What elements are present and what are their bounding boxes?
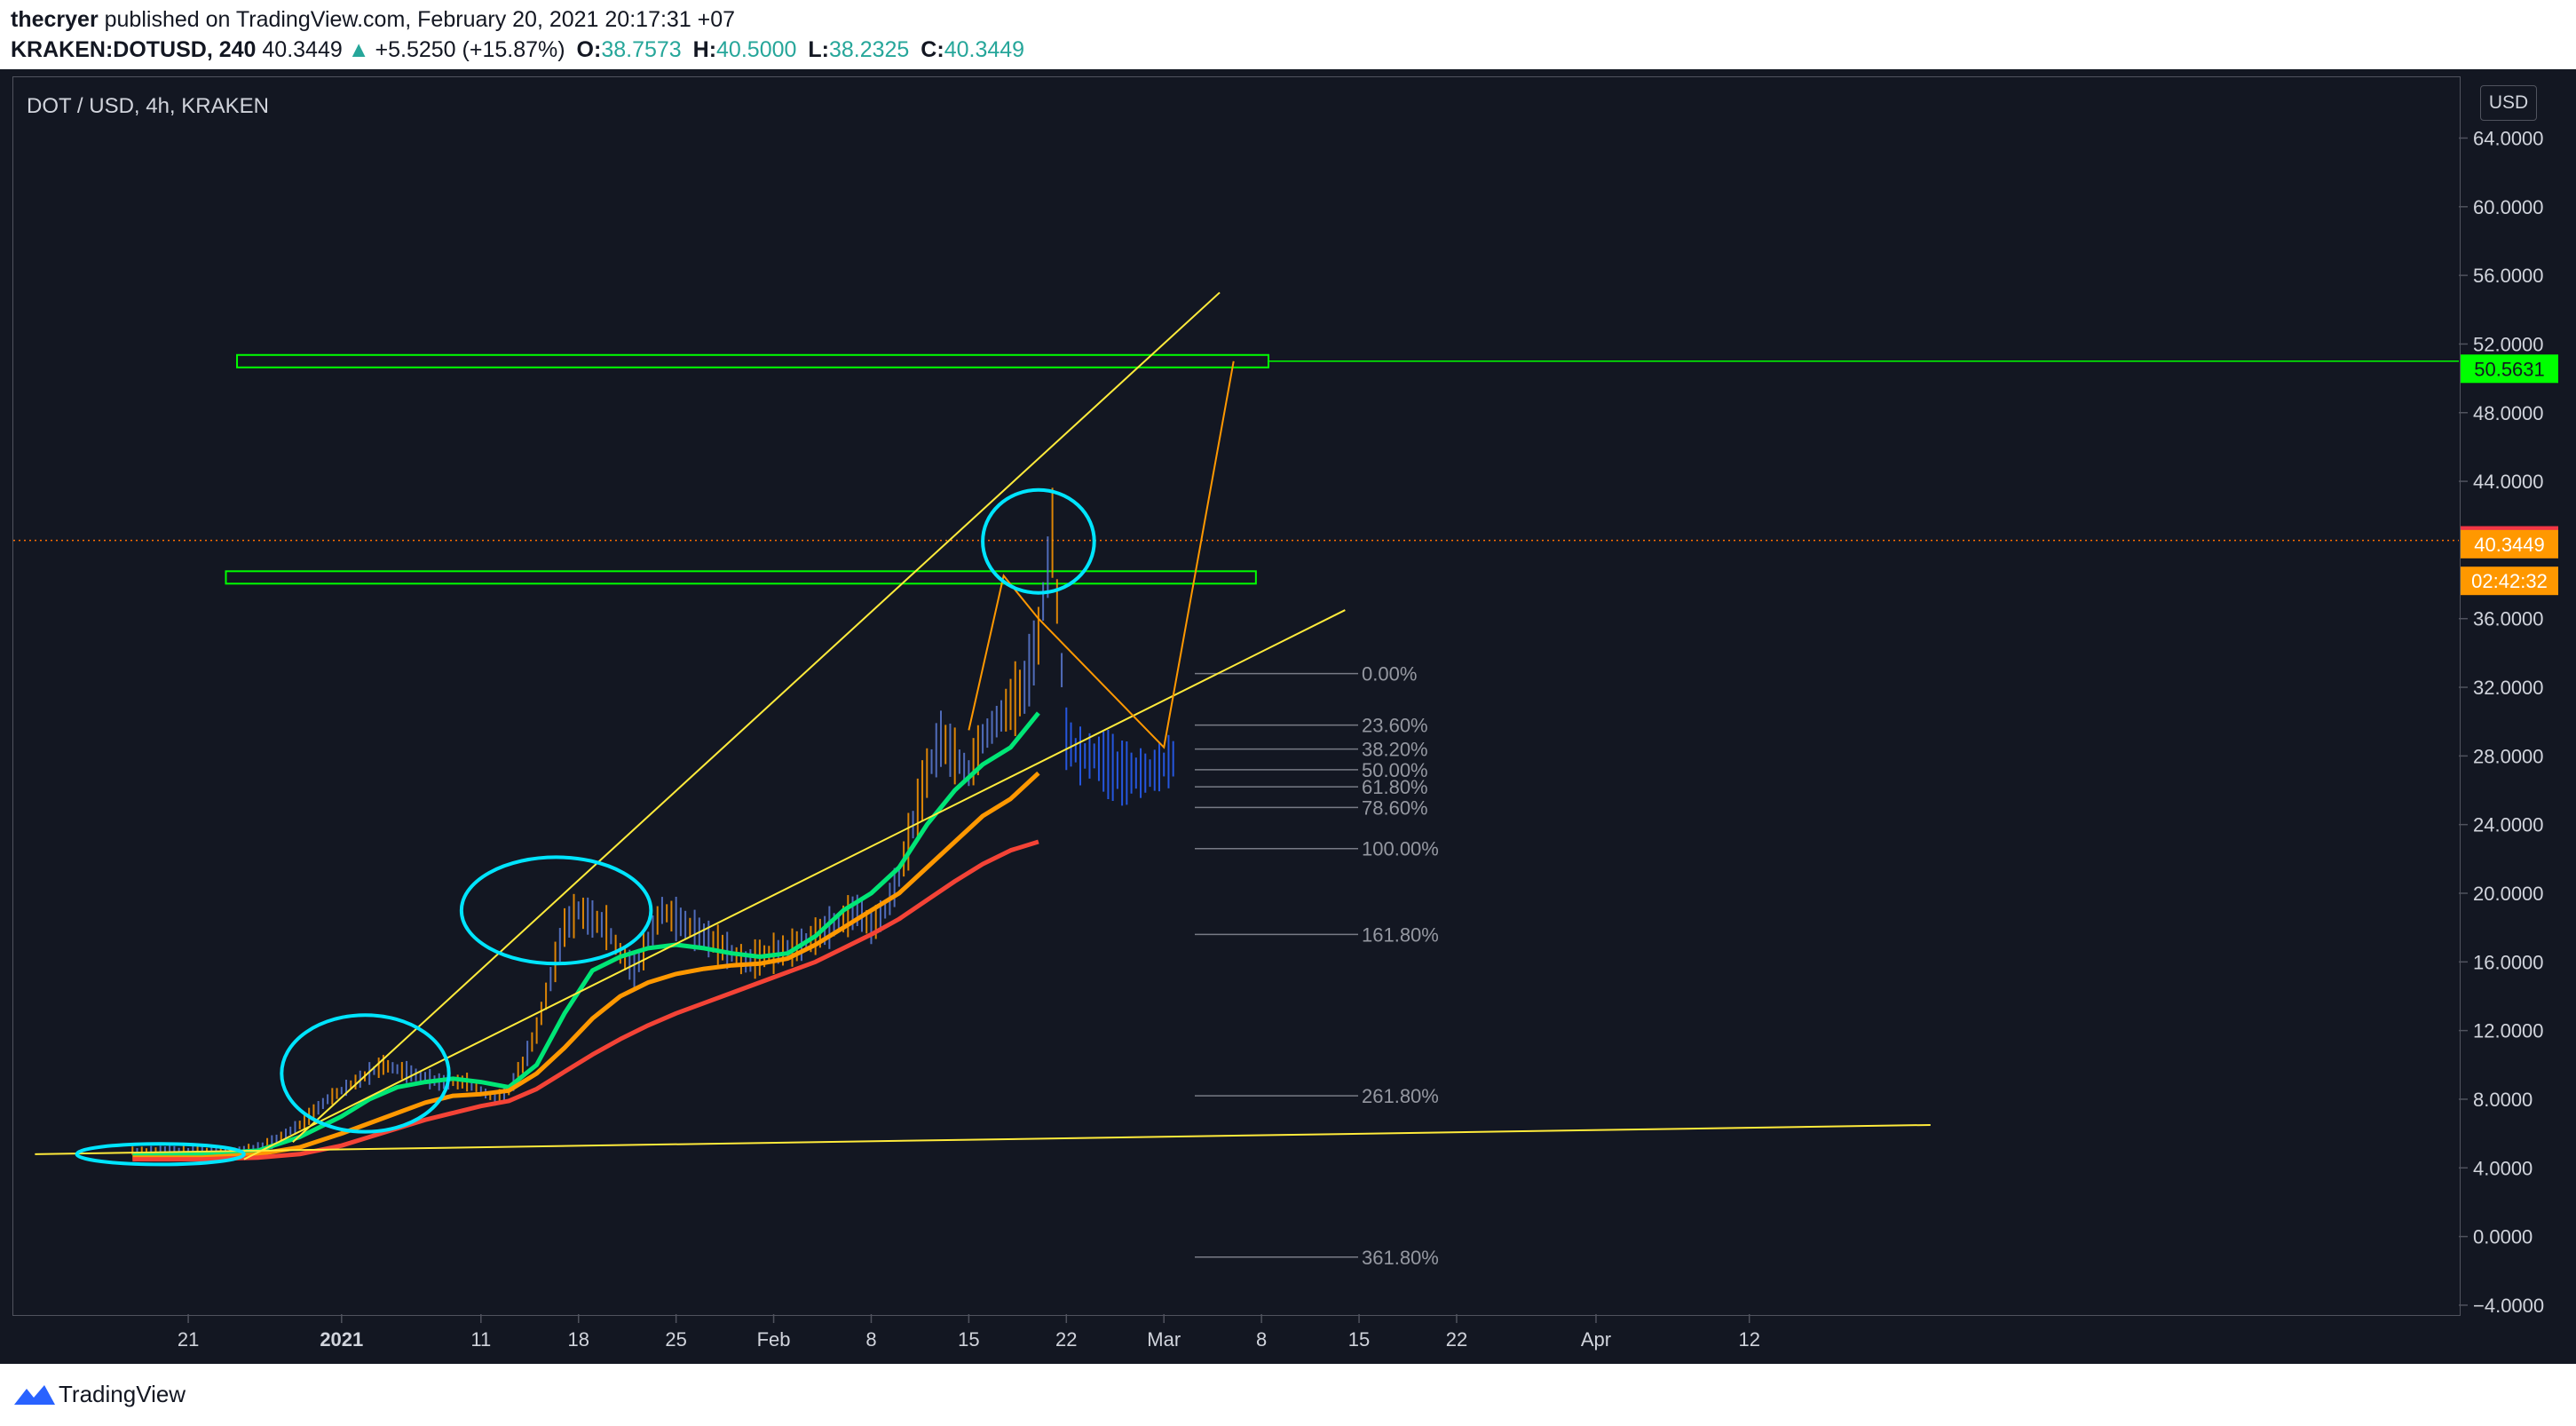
y-tick-label: 48.0000 bbox=[2473, 402, 2544, 424]
fib-level-label: 23.60% bbox=[1362, 715, 1428, 737]
fib-level-label: 0.00% bbox=[1362, 663, 1417, 685]
y-tick-label: 56.0000 bbox=[2473, 265, 2544, 287]
price-chart[interactable]: 0.00%23.60%38.20%50.00%61.80%78.60%100.0… bbox=[0, 0, 2576, 1426]
price-tag-label: 02:42:32 bbox=[2471, 570, 2548, 592]
y-tick-label: 4.0000 bbox=[2473, 1157, 2533, 1179]
x-tick-label: 18 bbox=[567, 1328, 589, 1351]
y-tick-label: 44.0000 bbox=[2473, 471, 2544, 493]
x-tick-label: Feb bbox=[757, 1328, 791, 1351]
price-tag-label: 40.3449 bbox=[2474, 534, 2545, 556]
chart-title: DOT / USD, 4h, KRAKEN bbox=[27, 94, 269, 118]
y-tick-label: 20.0000 bbox=[2473, 883, 2544, 905]
x-tick-label: 8 bbox=[865, 1328, 876, 1351]
currency-button[interactable]: USD bbox=[2480, 85, 2537, 121]
y-tick-label: 8.0000 bbox=[2473, 1089, 2533, 1111]
x-tick-label: Apr bbox=[1581, 1328, 1611, 1351]
resistance-zone bbox=[225, 570, 1257, 585]
resistance-zone bbox=[236, 353, 1269, 368]
y-tick-label: 28.0000 bbox=[2473, 745, 2544, 767]
y-tick-label: 24.0000 bbox=[2473, 814, 2544, 836]
trend-line bbox=[243, 609, 1346, 1161]
fib-level-label: 161.80% bbox=[1362, 923, 1439, 946]
fib-level-label: 78.60% bbox=[1362, 796, 1428, 819]
fib-level-label: 100.00% bbox=[1362, 838, 1439, 860]
y-tick-label: 0.0000 bbox=[2473, 1226, 2533, 1248]
y-tick-label: 36.0000 bbox=[2473, 608, 2544, 630]
footer: TradingView bbox=[0, 1364, 2576, 1426]
x-tick-label: 15 bbox=[958, 1328, 979, 1351]
brand-name[interactable]: TradingView bbox=[59, 1381, 186, 1408]
fib-level-label: 38.20% bbox=[1362, 739, 1428, 761]
y-tick-label: 52.0000 bbox=[2473, 333, 2544, 355]
x-tick-label: 11 bbox=[470, 1328, 491, 1351]
x-tick-label: Mar bbox=[1147, 1328, 1181, 1351]
x-tick-label: 22 bbox=[1446, 1328, 1467, 1351]
x-tick-label: 21 bbox=[178, 1328, 199, 1351]
highlight-circle bbox=[981, 487, 1096, 595]
y-tick-label: 12.0000 bbox=[2473, 1020, 2544, 1042]
y-tick-label: 60.0000 bbox=[2473, 196, 2544, 218]
fib-level-label: 261.80% bbox=[1362, 1085, 1439, 1107]
x-tick-label: 15 bbox=[1348, 1328, 1370, 1351]
x-tick-label: 2021 bbox=[320, 1328, 363, 1351]
x-tick-label: 8 bbox=[1256, 1328, 1267, 1351]
highlight-circle bbox=[459, 855, 653, 966]
fib-level-label: 61.80% bbox=[1362, 776, 1428, 798]
fib-level-label: 361.80% bbox=[1362, 1247, 1439, 1269]
price-tag-label: 50.5631 bbox=[2474, 358, 2545, 380]
moving-average-line bbox=[132, 711, 1040, 1157]
x-tick-label: 25 bbox=[665, 1328, 686, 1351]
y-tick-label: −4.0000 bbox=[2473, 1295, 2544, 1317]
trend-line bbox=[292, 291, 1221, 1144]
y-tick-label: 32.0000 bbox=[2473, 677, 2544, 699]
projection-path bbox=[968, 360, 1235, 749]
x-tick-label: 12 bbox=[1738, 1328, 1759, 1351]
y-tick-label: 64.0000 bbox=[2473, 127, 2544, 149]
y-tick-label: 16.0000 bbox=[2473, 951, 2544, 973]
tradingview-logo-icon[interactable] bbox=[11, 1380, 59, 1410]
plot-layer: 0.00%23.60%38.20%50.00%61.80%78.60%100.0… bbox=[13, 291, 2459, 1269]
x-tick-label: 22 bbox=[1055, 1328, 1077, 1351]
